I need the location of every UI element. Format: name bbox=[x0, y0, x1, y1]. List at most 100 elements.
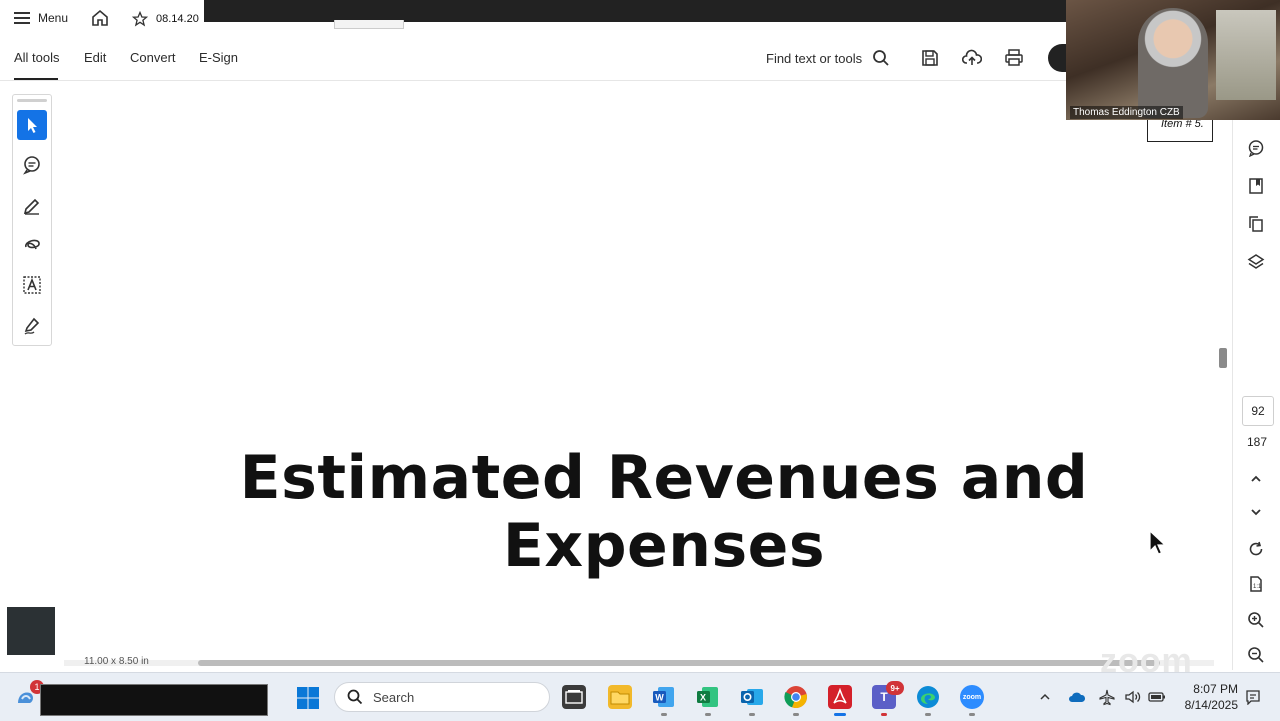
volume-icon[interactable] bbox=[1124, 688, 1142, 706]
outlook-icon[interactable] bbox=[740, 685, 764, 709]
tab-convert[interactable]: Convert bbox=[130, 50, 176, 65]
onedrive-cloud-icon[interactable] bbox=[1068, 688, 1086, 706]
word-running-indicator bbox=[661, 713, 667, 716]
video-background-window bbox=[1216, 10, 1276, 100]
tab-edit[interactable]: Edit bbox=[84, 50, 106, 65]
chrome-running-indicator bbox=[793, 713, 799, 716]
copy-pages-icon bbox=[1249, 216, 1263, 232]
menu-label: Menu bbox=[38, 11, 69, 25]
signature-pen-icon bbox=[24, 317, 40, 335]
zoom-app-icon[interactable]: zoom bbox=[960, 685, 984, 709]
zoom-out-icon bbox=[1248, 647, 1264, 663]
excel-icon[interactable]: X bbox=[696, 685, 720, 709]
file-explorer-icon[interactable] bbox=[608, 685, 632, 709]
rail-grip[interactable] bbox=[17, 99, 47, 102]
document-tab[interactable]: 08.14.20 bbox=[122, 2, 204, 36]
search-icon bbox=[347, 689, 363, 705]
comments-panel-button[interactable] bbox=[1245, 137, 1267, 159]
rotate-button[interactable] bbox=[1245, 538, 1267, 560]
zoom-running-indicator bbox=[969, 713, 975, 716]
main-toolbar: All tools Edit Convert E-Sign Find text … bbox=[0, 36, 1072, 81]
previous-page-button[interactable] bbox=[1245, 468, 1267, 490]
tray-overflow-chevron-icon[interactable] bbox=[1036, 688, 1054, 706]
zoom-in-icon bbox=[1248, 612, 1264, 628]
page-thumbnail-toggle[interactable] bbox=[7, 607, 55, 655]
taskbar-search-box[interactable]: Search bbox=[334, 682, 550, 712]
pen-icon bbox=[23, 198, 40, 215]
tab-all-tools[interactable]: All tools bbox=[14, 50, 60, 65]
find-label: Find text or tools bbox=[766, 50, 863, 66]
bookmark-icon bbox=[1249, 178, 1263, 194]
layers-icon bbox=[1247, 254, 1265, 269]
horizontal-scrollbar-thumb[interactable] bbox=[198, 660, 1160, 666]
freehand-loop-icon bbox=[25, 239, 40, 250]
notification-center-icon[interactable] bbox=[1244, 688, 1262, 706]
next-page-button[interactable] bbox=[1245, 501, 1267, 523]
document-tab-title: 08.14.20 bbox=[156, 13, 199, 25]
comment-icon bbox=[23, 156, 40, 175]
tab-e-sign[interactable]: E-Sign bbox=[199, 50, 238, 65]
active-tab-underline bbox=[14, 78, 58, 80]
text-box-icon bbox=[23, 276, 41, 294]
chrome-icon[interactable] bbox=[784, 685, 808, 709]
highlight-tool-button[interactable] bbox=[17, 190, 47, 220]
select-tool-button[interactable] bbox=[17, 110, 47, 140]
document-page: Estimated Revenues and Expenses bbox=[64, 82, 1214, 656]
page-title-line-2: Expenses bbox=[502, 511, 826, 581]
comment-tool-button[interactable] bbox=[17, 150, 47, 180]
menu-button[interactable]: Menu bbox=[14, 8, 68, 28]
windows-taskbar: 1 Search W X T 9+ zoom 8:07 PM 8/14/2025 bbox=[0, 672, 1280, 721]
taskbar-search-placeholder: Search bbox=[373, 689, 415, 705]
print-icon[interactable] bbox=[1004, 48, 1024, 68]
page-title-line-1: Estimated Revenues and bbox=[239, 443, 1089, 513]
page-title: Estimated Revenues and Expenses bbox=[224, 444, 1104, 580]
acrobat-icon[interactable] bbox=[828, 685, 852, 709]
tab-strip-mini-tab[interactable] bbox=[334, 20, 404, 29]
fit-page-button[interactable]: 1:1 bbox=[1245, 573, 1267, 595]
clock-time: 8:07 PM bbox=[1193, 682, 1238, 696]
save-icon[interactable] bbox=[920, 48, 940, 68]
page-fit-icon: 1:1 bbox=[1250, 576, 1262, 592]
pages-panel-button[interactable] bbox=[1245, 213, 1267, 235]
tab-strip-background bbox=[204, 0, 1070, 22]
total-pages: 187 bbox=[1246, 435, 1268, 449]
quick-tools-rail bbox=[12, 94, 52, 346]
refresh-icon bbox=[1249, 541, 1263, 556]
draw-tool-button[interactable] bbox=[17, 230, 47, 260]
edge-icon[interactable] bbox=[916, 685, 940, 709]
svg-text:1:1: 1:1 bbox=[1253, 584, 1262, 590]
system-clock[interactable]: 8:07 PM 8/14/2025 bbox=[1180, 681, 1238, 713]
zoom-in-button[interactable] bbox=[1245, 609, 1267, 631]
acrobat-active-indicator bbox=[834, 713, 846, 716]
task-view-icon[interactable] bbox=[562, 685, 586, 709]
teams-badge: 9+ bbox=[886, 681, 904, 695]
chevron-up-icon bbox=[1251, 475, 1261, 482]
vertical-scrollbar-thumb[interactable] bbox=[1219, 348, 1227, 368]
bookmarks-panel-button[interactable] bbox=[1245, 175, 1267, 197]
video-participant-tile[interactable]: Thomas Eddington CZB bbox=[1066, 0, 1280, 120]
cursor-arrow-icon bbox=[28, 118, 37, 133]
chevron-down-icon bbox=[1251, 509, 1261, 516]
zoom-out-button[interactable] bbox=[1245, 644, 1267, 666]
outlook-running-indicator bbox=[749, 713, 755, 716]
cloud-upload-icon[interactable] bbox=[962, 48, 982, 68]
sign-tool-button[interactable] bbox=[17, 310, 47, 340]
word-icon[interactable]: W bbox=[652, 685, 676, 709]
text-tool-button[interactable] bbox=[17, 270, 47, 300]
hamburger-icon bbox=[14, 12, 30, 24]
battery-icon[interactable] bbox=[1148, 688, 1166, 706]
layers-panel-button[interactable] bbox=[1245, 251, 1267, 273]
windows-start-icon[interactable] bbox=[296, 686, 320, 710]
find-text-or-tools-button[interactable]: Find text or tools bbox=[766, 48, 890, 68]
svg-text:W: W bbox=[655, 693, 664, 703]
edge-running-indicator bbox=[925, 713, 931, 716]
star-icon[interactable] bbox=[132, 11, 148, 27]
participant-name: Thomas Eddington CZB bbox=[1070, 106, 1183, 119]
airplane-mode-icon[interactable] bbox=[1098, 688, 1116, 706]
svg-text:X: X bbox=[700, 693, 706, 703]
home-icon[interactable] bbox=[90, 8, 110, 28]
comment-icon bbox=[1248, 140, 1264, 157]
taskbar-redacted-area bbox=[40, 684, 268, 716]
clock-date: 8/14/2025 bbox=[1184, 698, 1238, 712]
current-page-input[interactable]: 92 bbox=[1242, 396, 1274, 426]
